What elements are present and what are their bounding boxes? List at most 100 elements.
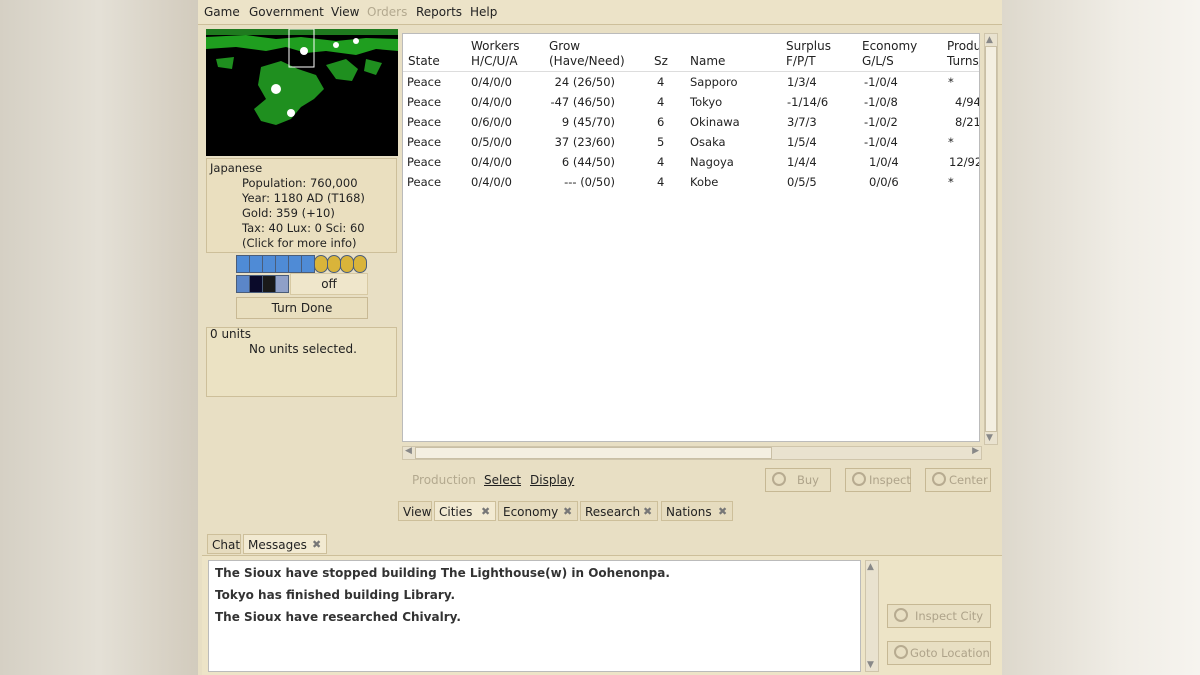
unit-info-panel: 0 units No units selected. <box>206 327 397 397</box>
scroll-right-icon[interactable]: ▶ <box>972 446 979 456</box>
scroll-thumb[interactable] <box>415 447 772 459</box>
table-row[interactable]: Peace 0/4/0/0 --- (0/50) 4 Kobe 0/5/5 0/… <box>403 172 979 192</box>
cell-surplus: -1/14/6 <box>787 95 829 109</box>
header-production-sub: Turns/ <box>947 54 980 68</box>
cell-workers: 0/4/0/0 <box>471 75 512 89</box>
display-menu[interactable]: Display <box>530 473 574 487</box>
header-state[interactable]: State <box>408 54 440 69</box>
header-economy[interactable]: Economy <box>862 39 917 54</box>
cell-state: Peace <box>407 75 442 89</box>
scroll-up-icon[interactable]: ▲ <box>986 35 993 45</box>
science-coin-icon[interactable] <box>340 255 354 273</box>
cell-workers: 0/6/0/0 <box>471 115 512 129</box>
menu-government[interactable]: Government <box>249 5 324 19</box>
select-menu[interactable]: Select <box>484 473 521 487</box>
cell-workers: 0/4/0/0 <box>471 95 512 109</box>
cell-size: 4 <box>657 75 665 89</box>
message-item[interactable]: The Sioux have researched Chivalry. <box>215 610 461 624</box>
center-button[interactable]: Center <box>925 468 991 492</box>
scroll-down-icon[interactable]: ▼ <box>867 660 874 670</box>
header-workers[interactable]: Workers <box>471 39 520 54</box>
table-vertical-scrollbar[interactable]: ▲ ▼ <box>984 33 998 445</box>
tax-icon[interactable] <box>301 255 315 273</box>
tax-icon[interactable] <box>249 255 263 273</box>
table-horizontal-scrollbar[interactable]: ◀ ▶ <box>402 446 982 460</box>
cell-name: Kobe <box>690 175 719 189</box>
messages-scrollbar[interactable]: ▲ ▼ <box>865 560 879 672</box>
tab-economy-label: Economy <box>503 505 559 519</box>
unit-selection-label: No units selected. <box>249 342 357 356</box>
tab-cities[interactable]: Cities ✖ <box>434 501 496 521</box>
header-grow-sub: (Have/Need) <box>549 54 625 68</box>
inspect-city-label: Inspect City <box>915 609 984 623</box>
goto-location-button[interactable]: Goto Location <box>887 641 991 665</box>
inspect-button[interactable]: Inspect <box>845 468 911 492</box>
science-coin-icon[interactable] <box>314 255 328 273</box>
nuclear-winter-icon <box>262 275 276 293</box>
close-icon[interactable]: ✖ <box>643 502 652 522</box>
header-surplus[interactable]: Surplus <box>786 39 831 54</box>
minimap[interactable] <box>206 29 398 156</box>
table-row[interactable]: Peace 0/6/0/0 9 (45/70) 6 Okinawa 3/7/3 … <box>403 112 979 132</box>
close-icon[interactable]: ✖ <box>481 502 490 522</box>
menu-game[interactable]: Game <box>204 5 240 19</box>
buy-button[interactable]: Buy <box>765 468 831 492</box>
tax-icon[interactable] <box>262 255 276 273</box>
tab-research-label: Research <box>585 505 641 519</box>
message-item[interactable]: Tokyo has finished building Library. <box>215 588 455 602</box>
tab-chat[interactable]: Chat <box>207 534 241 554</box>
scroll-left-icon[interactable]: ◀ <box>405 446 412 456</box>
table-row[interactable]: Peace 0/4/0/0 6 (44/50) 4 Nagoya 1/4/4 1… <box>403 152 979 172</box>
cell-production: 8/21 <box>955 115 980 129</box>
close-icon[interactable]: ✖ <box>563 502 572 522</box>
nation-name: Japanese <box>210 161 263 175</box>
scroll-down-icon[interactable]: ▼ <box>986 433 993 443</box>
header-grow[interactable]: Grow <box>549 39 580 54</box>
cell-name: Sapporo <box>690 75 738 89</box>
tab-messages[interactable]: Messages ✖ <box>243 534 327 554</box>
cell-production: * <box>948 75 954 89</box>
tax-icon[interactable] <box>288 255 302 273</box>
scroll-up-icon[interactable]: ▲ <box>867 562 874 572</box>
tax-icon[interactable] <box>236 255 250 273</box>
menu-orders[interactable]: Orders <box>367 5 407 19</box>
menu-help[interactable]: Help <box>470 5 497 19</box>
cell-surplus: 1/3/4 <box>787 75 817 89</box>
tab-economy[interactable]: Economy ✖ <box>498 501 578 521</box>
menu-view[interactable]: View <box>331 5 359 19</box>
close-icon[interactable]: ✖ <box>312 535 321 555</box>
production-menu[interactable]: Production <box>412 473 476 487</box>
cell-size: 4 <box>657 155 665 169</box>
tab-view[interactable]: View <box>398 501 432 521</box>
cell-economy: 0/0/6 <box>869 175 899 189</box>
nation-overview[interactable]: Japanese Population: 760,000 Year: 1180 … <box>206 158 397 253</box>
tax-rates-row[interactable] <box>236 255 368 273</box>
cell-state: Peace <box>407 175 442 189</box>
close-icon[interactable]: ✖ <box>718 502 727 522</box>
tab-cities-label: Cities <box>439 505 473 519</box>
header-name[interactable]: Name <box>690 54 725 69</box>
message-item[interactable]: The Sioux have stopped building The Ligh… <box>215 566 670 580</box>
tab-research[interactable]: Research ✖ <box>580 501 658 521</box>
science-coin-icon[interactable] <box>353 255 367 273</box>
header-size[interactable]: Sz <box>654 54 668 69</box>
science-coin-icon[interactable] <box>327 255 341 273</box>
tax-icon[interactable] <box>275 255 289 273</box>
cell-surplus: 1/4/4 <box>787 155 817 169</box>
menu-bar: Game Government View Orders Reports Help <box>198 0 1002 25</box>
table-row[interactable]: Peace 0/4/0/0 24 (26/50) 4 Sapporo 1/3/4… <box>403 72 979 92</box>
inspect-city-button[interactable]: Inspect City <box>887 604 991 628</box>
inspect-label: Inspect <box>869 473 911 487</box>
scroll-thumb[interactable] <box>985 46 997 432</box>
gold-label: Gold: 359 (+10) <box>242 206 335 220</box>
status-icons-row <box>236 275 290 293</box>
table-row[interactable]: Peace 0/5/0/0 37 (23/60) 5 Osaka 1/5/4 -… <box>403 132 979 152</box>
turn-done-button[interactable]: Turn Done <box>236 297 368 319</box>
menu-reports[interactable]: Reports <box>416 5 462 19</box>
table-row[interactable]: Peace 0/4/0/0 -47 (46/50) 4 Tokyo -1/14/… <box>403 92 979 112</box>
tab-nations[interactable]: Nations ✖ <box>661 501 733 521</box>
header-workers-sub: H/C/U/A <box>471 54 518 68</box>
header-production[interactable]: Produ <box>947 39 979 54</box>
tax-label: Tax: 40 Lux: 0 Sci: 60 <box>242 221 365 235</box>
cell-surplus: 3/7/3 <box>787 115 817 129</box>
